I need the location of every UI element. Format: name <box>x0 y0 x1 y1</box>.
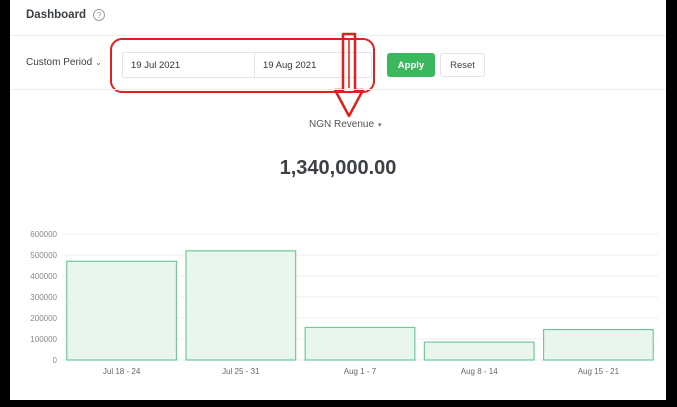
period-label: Custom Period <box>26 57 93 68</box>
x-tick-label: Aug 1 - 7 <box>344 367 377 376</box>
end-date-input[interactable] <box>255 53 371 77</box>
x-tick-label: Aug 15 - 21 <box>578 367 620 376</box>
y-tick-label: 300000 <box>30 293 57 302</box>
metric-selector[interactable]: NGN Revenue ▾ <box>309 119 382 130</box>
bar <box>66 260 178 361</box>
y-tick-label: 500000 <box>30 251 57 260</box>
metric-label: NGN Revenue <box>309 119 375 130</box>
date-range <box>122 52 372 78</box>
y-tick-label: 0 <box>53 356 58 365</box>
y-tick-label: 200000 <box>30 314 57 323</box>
reset-button[interactable]: Reset <box>440 53 485 77</box>
revenue-bar-chart: 0 100000 200000 300000 400000 500000 600000 Jul… <box>30 230 658 376</box>
bar <box>423 341 535 361</box>
x-tick-label: Jul 25 - 31 <box>222 367 260 376</box>
apply-button[interactable]: Apply <box>387 53 435 77</box>
bar <box>185 250 297 361</box>
caret-down-icon: ▾ <box>378 121 382 129</box>
bar <box>304 326 416 361</box>
help-icon[interactable]: ? <box>93 9 106 21</box>
page-title: Dashboard <box>26 9 87 21</box>
dashboard-page: Dashboard ? Custom Period ⌄ Apply Reset … <box>10 0 666 400</box>
metric-total: 1,340,000.00 <box>279 157 397 179</box>
bar <box>542 328 654 361</box>
period-dropdown[interactable]: Custom Period ⌄ <box>26 57 102 68</box>
y-tick-label: 400000 <box>30 272 57 281</box>
x-tick-label: Aug 8 - 14 <box>461 367 498 376</box>
header-divider <box>10 35 666 36</box>
chevron-down-icon: ⌄ <box>95 58 102 67</box>
start-date-input[interactable] <box>123 53 254 77</box>
x-tick-label: Jul 18 - 24 <box>103 367 141 376</box>
page-header: Dashboard ? <box>26 9 106 21</box>
y-tick-label: 600000 <box>30 230 57 239</box>
filter-divider <box>10 89 666 90</box>
y-tick-label: 100000 <box>30 335 57 344</box>
